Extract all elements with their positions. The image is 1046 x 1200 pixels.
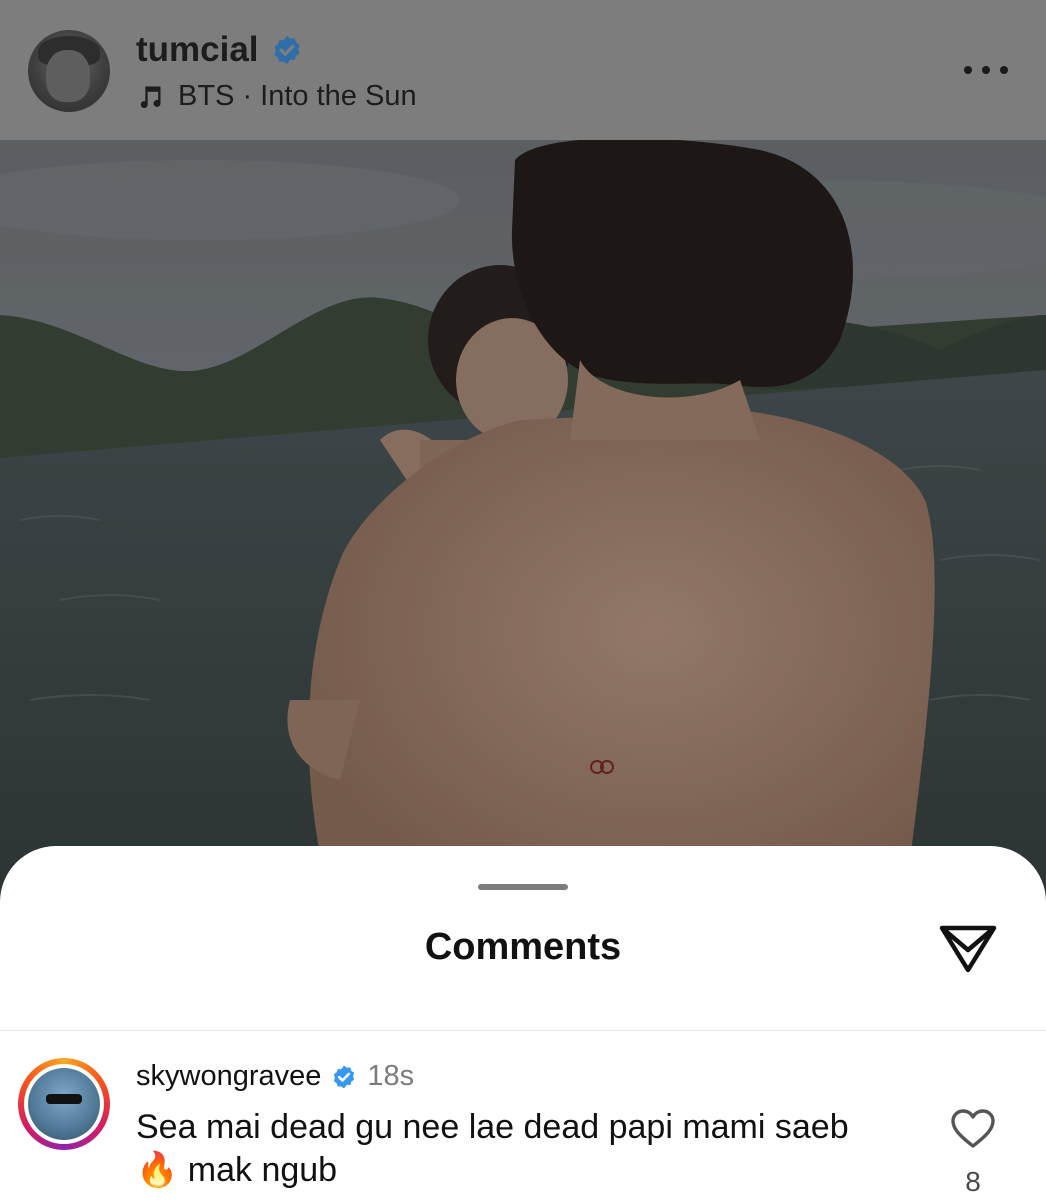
verified-badge-icon xyxy=(274,36,300,64)
heart-icon[interactable] xyxy=(950,1108,996,1150)
comment-text: Sea mai dead gu nee lae dead papi mami s… xyxy=(136,1108,849,1189)
comment-timestamp: 18s xyxy=(367,1060,415,1092)
music-note-icon xyxy=(140,86,161,108)
sheet-grabber[interactable] xyxy=(478,884,568,890)
author-avatar[interactable] xyxy=(28,30,110,112)
author-username-row[interactable]: tumcial xyxy=(136,30,303,70)
commenter-username-row[interactable]: skywongravee 18s xyxy=(136,1060,414,1093)
commenter-avatar[interactable] xyxy=(18,1058,110,1150)
commenter-username[interactable]: skywongravee xyxy=(136,1060,321,1093)
music-track-label: BTS · Into the Sun xyxy=(178,80,417,112)
author-username[interactable]: tumcial xyxy=(136,30,259,70)
comment-item: skywongravee 18s Sea mai dead gu nee lae… xyxy=(0,1046,1046,1200)
post-header: tumcial BTS · Into the Sun xyxy=(0,0,1046,140)
more-options-icon[interactable] xyxy=(964,56,1008,84)
like-count: 8 xyxy=(965,1166,981,1197)
comments-title: Comments xyxy=(424,926,622,968)
send-icon[interactable] xyxy=(936,920,1000,976)
music-track[interactable]: BTS · Into the Sun xyxy=(136,80,417,113)
sheet-divider xyxy=(0,1030,1046,1031)
comments-sheet: Comments skywongravee 18s Sea mai dead g… xyxy=(0,846,1046,1200)
post-photo[interactable] xyxy=(0,140,1046,900)
verified-badge-icon xyxy=(334,1065,355,1088)
